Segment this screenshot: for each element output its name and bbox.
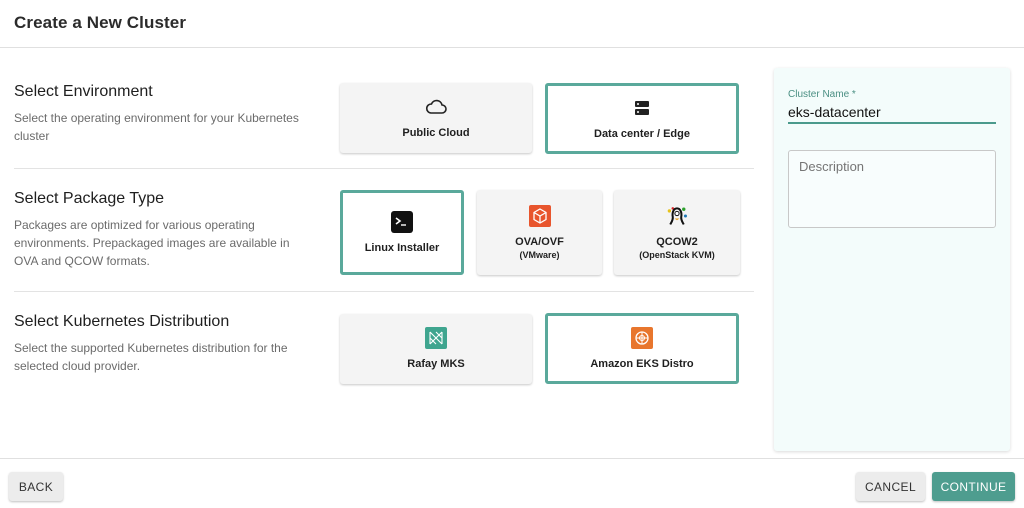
description-textarea[interactable] xyxy=(788,150,996,228)
distro-option-label: Amazon EKS Distro xyxy=(590,357,694,370)
env-option-datacenter-edge[interactable]: Data center / Edge xyxy=(545,83,739,154)
environment-title: Select Environment xyxy=(14,83,153,100)
qemu-icon xyxy=(666,205,688,227)
env-option-label: Data center / Edge xyxy=(594,127,690,140)
server-icon xyxy=(631,97,653,119)
section-divider xyxy=(14,168,754,169)
vmware-box-icon xyxy=(528,204,551,227)
continue-button[interactable]: CONTINUE xyxy=(932,472,1015,501)
page-header: Create a New Cluster xyxy=(0,0,1024,48)
rafay-mks-icon xyxy=(425,327,447,349)
env-option-public-cloud[interactable]: Public Cloud xyxy=(340,83,532,153)
section-divider xyxy=(14,291,754,292)
terminal-icon xyxy=(391,210,413,233)
package-option-label: OVA/OVF xyxy=(515,235,564,248)
package-option-label: Linux Installer xyxy=(364,241,440,254)
package-option-ova-ovf[interactable]: OVA/OVF (VMware) xyxy=(477,190,602,275)
cluster-details-panel: Cluster Name * xyxy=(774,68,1010,451)
eks-distro-icon xyxy=(631,326,653,349)
package-option-linux-installer[interactable]: Linux Installer xyxy=(340,190,464,275)
cloud-icon xyxy=(425,96,447,118)
distribution-description: Select the supported Kubernetes distribu… xyxy=(14,341,288,373)
package-option-label: QCOW2 xyxy=(656,235,698,248)
page-title: Create a New Cluster xyxy=(14,13,187,32)
cluster-name-input[interactable] xyxy=(788,101,996,124)
distro-option-rafay-mks[interactable]: Rafay MKS xyxy=(340,314,532,384)
page-footer: BACK CANCEL CONTINUE xyxy=(0,458,1024,508)
distro-option-amazon-eks-distro[interactable]: Amazon EKS Distro xyxy=(545,313,739,384)
back-button[interactable]: BACK xyxy=(9,472,63,501)
package-option-qcow2[interactable]: QCOW2 (OpenStack KVM) xyxy=(614,190,740,275)
distribution-title: Select Kubernetes Distribution xyxy=(14,313,230,330)
package-description: Packages are optimized for various opera… xyxy=(14,218,290,268)
package-option-sublabel: (OpenStack KVM) xyxy=(639,249,715,260)
package-option-sublabel: (VMware) xyxy=(519,249,560,260)
environment-description: Select the operating environment for you… xyxy=(14,111,299,143)
package-title: Select Package Type xyxy=(14,190,165,207)
env-option-label: Public Cloud xyxy=(402,127,470,139)
cancel-button[interactable]: CANCEL xyxy=(856,472,925,501)
distro-option-label: Rafay MKS xyxy=(407,358,465,370)
cluster-name-label: Cluster Name * xyxy=(788,89,856,100)
